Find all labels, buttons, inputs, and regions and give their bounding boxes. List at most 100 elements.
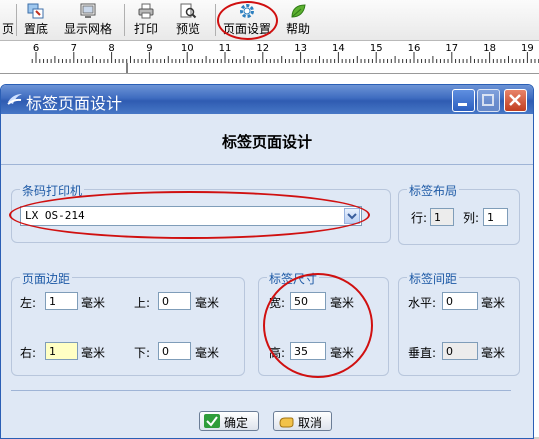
ruler-number: 7 [71, 43, 77, 54]
width-unit: 毫米 [330, 296, 355, 310]
ruler-number: 12 [256, 43, 269, 54]
printer-select-value: LX OS-214 [25, 209, 85, 222]
minimize-button[interactable] [452, 89, 475, 112]
send-to-back-icon [27, 3, 44, 19]
horizontal-spacing-field[interactable]: 0 [442, 292, 478, 310]
toolbar-divider [16, 4, 17, 36]
printer-select[interactable]: LX OS-214 [20, 206, 362, 226]
row-label: 行: [411, 211, 428, 225]
height-label: 高: [269, 346, 286, 360]
vertical-spacing-unit: 毫米 [481, 346, 506, 360]
ruler-scale: 6 7 8 9 10 11 12 13 14 15 16 17 18 19 [31, 43, 539, 73]
cancel-button[interactable]: 取消 [273, 411, 332, 431]
margin-left-unit: 毫米 [81, 296, 106, 310]
margins-group: 页面边距 左: 1 毫米 上: 0 毫米 右: 1 毫米 下: 0 毫米 [11, 270, 245, 376]
width-label: 宽: [269, 296, 286, 310]
toolbar-item-label: 显示网格 [63, 22, 112, 36]
column-label: 列: [463, 211, 480, 225]
toolbar-divider [124, 4, 125, 36]
label-spacing-group-title: 标签间距 [407, 270, 460, 287]
margin-top-field[interactable]: 0 [158, 292, 191, 310]
toolbar-item-label: 预览 [175, 22, 200, 36]
label-spacing-group: 标签间距 水平: 0 毫米 垂直: 0 毫米 [398, 270, 520, 376]
ruler-number: 8 [108, 43, 114, 54]
ruler-number: 10 [181, 43, 194, 54]
toolbar-item-page-setup[interactable]: 页面设置 [218, 0, 276, 40]
toolbar-item-label: 打印 [133, 22, 158, 36]
cancel-hand-icon [279, 417, 294, 428]
ok-button-label: 确定 [224, 416, 249, 430]
toolbar-item-label: 页 [1, 22, 14, 36]
page-setup-dialog: 标签页面设计 标签页面设计 条码打印机 LX OS-214 标签布局 行: 1 … [0, 84, 534, 439]
footer-divider [11, 390, 511, 391]
ruler-number: 15 [370, 43, 383, 54]
horizontal-spacing-label: 水平: [408, 296, 437, 310]
toolbar-item-help[interactable]: 帮助 [282, 0, 314, 40]
ruler: 6 7 8 9 10 11 12 13 14 15 16 17 18 19 [0, 41, 539, 74]
toolbar-divider [215, 4, 216, 36]
toolbar-item-preview[interactable]: 预览 [172, 0, 204, 40]
column-field[interactable]: 1 [483, 208, 508, 226]
maximize-button [477, 89, 500, 112]
header-divider [1, 164, 533, 165]
vertical-spacing-label: 垂直: [408, 346, 437, 360]
layout-group: 标签布局 行: 1 列: 1 [398, 182, 520, 245]
margin-right-field[interactable]: 1 [45, 342, 78, 360]
margin-right-unit: 毫米 [81, 346, 106, 360]
toolbar: 页 置底 显示网格 打印 预览 页面设置 帮助 [0, 0, 539, 41]
preview-icon [180, 3, 197, 19]
width-field[interactable]: 50 [290, 292, 326, 310]
gear-icon [240, 4, 254, 18]
label-size-group: 标签尺寸 宽: 50 毫米 高: 35 毫米 [258, 270, 389, 376]
dialog-title-bar[interactable]: 标签页面设计 [1, 85, 533, 114]
margin-bottom-field[interactable]: 0 [158, 342, 191, 360]
chevron-down-icon [347, 213, 357, 220]
dialog-title: 标签页面设计 [26, 94, 123, 113]
margin-top-unit: 毫米 [195, 296, 220, 310]
layout-group-title: 标签布局 [407, 182, 460, 199]
margin-bottom-label: 下: [134, 346, 151, 360]
leaf-icon [291, 4, 306, 18]
height-unit: 毫米 [330, 346, 355, 360]
row-field: 1 [430, 208, 454, 226]
ok-button[interactable]: 确定 [199, 411, 259, 431]
margin-left-field[interactable]: 1 [45, 292, 78, 310]
vertical-spacing-field: 0 [442, 342, 478, 360]
ruler-number: 18 [483, 43, 496, 54]
height-field[interactable]: 35 [290, 342, 326, 360]
horizontal-spacing-unit: 毫米 [481, 296, 506, 310]
maximize-icon [482, 94, 494, 106]
dialog-header: 标签页面设计 [221, 133, 312, 151]
ruler-number: 19 [521, 43, 534, 54]
minimize-icon [458, 103, 467, 106]
toolbar-item-label: 页面设置 [222, 22, 271, 36]
toolbar-item-label: 置底 [23, 22, 48, 36]
toolbar-item-label: 帮助 [285, 22, 310, 36]
ruler-number: 6 [33, 43, 39, 54]
app-icon [7, 94, 22, 105]
margin-right-label: 右: [20, 346, 37, 360]
close-icon [509, 94, 521, 106]
printer-group: 条码打印机 LX OS-214 [11, 182, 391, 243]
margins-group-title: 页面边距 [20, 270, 73, 287]
toolbar-item-show-grid[interactable]: 显示网格 [58, 0, 118, 40]
ruler-number: 14 [332, 43, 345, 54]
toolbar-item-page[interactable]: 页 [0, 0, 16, 40]
toolbar-item-send-to-back[interactable]: 置底 [19, 0, 53, 40]
margin-left-label: 左: [20, 296, 37, 310]
label-size-group-title: 标签尺寸 [267, 270, 320, 287]
grid-icon [80, 3, 96, 18]
close-button[interactable] [504, 89, 527, 112]
ruler-number: 13 [294, 43, 307, 54]
ruler-number: 17 [445, 43, 458, 54]
margin-top-label: 上: [134, 296, 151, 310]
margin-bottom-unit: 毫米 [195, 346, 220, 360]
printer-icon [138, 3, 154, 19]
ruler-number: 16 [408, 43, 421, 54]
printer-select-dropdown[interactable] [344, 208, 360, 224]
ruler-number: 11 [219, 43, 232, 54]
check-icon [204, 414, 220, 428]
printer-group-title: 条码打印机 [20, 182, 85, 199]
ruler-number: 9 [146, 43, 152, 54]
toolbar-item-print[interactable]: 打印 [130, 0, 162, 40]
